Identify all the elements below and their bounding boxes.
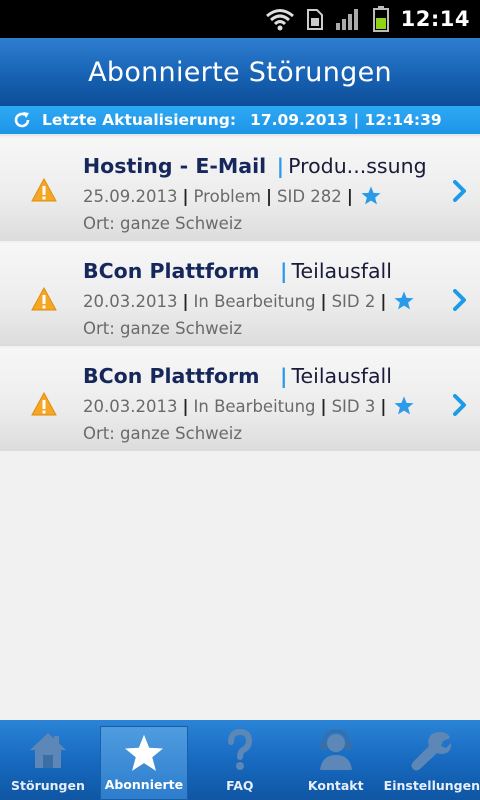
item-meta-row: 20.03.2013 | In Bearbeitung | SID 2 | — [83, 290, 415, 312]
item-sid: SID 3 — [331, 396, 376, 416]
item-sid: SID 2 — [331, 291, 376, 311]
tab-label: Abonnierte — [104, 777, 184, 792]
wifi-icon — [265, 9, 294, 31]
headset-icon — [319, 729, 352, 770]
separator: | — [182, 291, 189, 311]
separator: | — [265, 186, 273, 206]
tab-abonnierte[interactable]: Abonnierte — [99, 726, 188, 800]
tab-kontakt[interactable]: Kontakt — [288, 720, 384, 800]
item-location: Ort: ganze Schweiz — [83, 214, 243, 233]
chevron-right-icon[interactable] — [453, 289, 467, 311]
favorite-star-icon[interactable] — [393, 290, 415, 312]
clock: 12:14 — [400, 7, 470, 31]
separator: | — [182, 186, 189, 206]
chevron-right-icon[interactable] — [453, 180, 467, 202]
wrench-icon — [411, 732, 451, 771]
item-sid: SID 282 — [277, 186, 342, 206]
separator: | — [182, 396, 189, 416]
item-type: Problem — [193, 186, 261, 206]
question-icon — [227, 728, 252, 770]
page-title: Abonnierte Störungen — [88, 56, 392, 88]
warning-icon — [31, 178, 57, 202]
separator: | — [380, 396, 387, 416]
separator: | — [276, 154, 285, 178]
list-item[interactable]: Hosting - E-Mail | Produ...ssung 25.09.20… — [0, 138, 480, 241]
tab-label: FAQ — [226, 778, 254, 793]
separator: | — [320, 291, 327, 311]
item-date: 20.03.2013 — [83, 396, 178, 416]
item-meta-row: 25.09.2013 | Problem | SID 282 | — [83, 185, 382, 207]
item-name: BCon Plattform — [83, 364, 260, 388]
item-status: Produ...ssung — [288, 154, 427, 178]
tab-label: Einstellungen — [383, 778, 480, 793]
item-type: In Bearbeitung — [193, 291, 316, 311]
item-title-row: BCon Plattform | Teilausfall — [83, 259, 392, 283]
tab-faq[interactable]: FAQ — [192, 720, 288, 800]
item-status: Teilausfall — [291, 259, 392, 283]
update-bar[interactable]: Letzte Aktualisierung: 17.09.2013 | 12:1… — [0, 106, 480, 136]
tab-label: Kontakt — [307, 778, 364, 793]
incident-list: Hosting - E-Mail | Produ...ssung 25.09.20… — [0, 138, 480, 453]
battery-icon — [372, 6, 389, 32]
separator: | — [320, 396, 327, 416]
item-location: Ort: ganze Schweiz — [83, 319, 243, 338]
warning-icon — [31, 287, 57, 311]
item-date: 20.03.2013 — [83, 291, 178, 311]
item-title-row: BCon Plattform | Teilausfall — [83, 364, 392, 388]
signal-icon — [335, 9, 358, 30]
tab-stoerungen[interactable]: Störungen — [0, 720, 96, 800]
item-meta-row: 20.03.2013 | In Bearbeitung | SID 3 | — [83, 395, 415, 417]
favorite-star-icon[interactable] — [393, 395, 415, 417]
last-update-value: 17.09.2013 | 12:14:39 — [250, 111, 442, 129]
tab-einstellungen[interactable]: Einstellungen — [384, 720, 480, 800]
favorite-star-icon[interactable] — [360, 185, 382, 207]
list-item[interactable]: BCon Plattform | Teilausfall 20.03.2013 |… — [0, 243, 480, 346]
refresh-icon[interactable] — [12, 110, 32, 130]
item-location: Ort: ganze Schweiz — [83, 424, 243, 443]
item-name: BCon Plattform — [83, 259, 260, 283]
separator: | — [346, 186, 353, 206]
last-update-label: Letzte Aktualisierung: — [42, 111, 237, 129]
item-title-row: Hosting - E-Mail | Produ...ssung — [83, 154, 427, 178]
app-header: Abonnierte Störungen — [0, 38, 480, 106]
bottom-tab-bar: Störungen Abonnierte FAQ Kontakt Einstel… — [0, 720, 480, 800]
item-name: Hosting - E-Mail — [83, 154, 267, 178]
separator: | — [279, 364, 288, 388]
item-status: Teilausfall — [291, 364, 392, 388]
item-type: In Bearbeitung — [193, 396, 316, 416]
chevron-right-icon[interactable] — [453, 394, 467, 416]
star-icon — [124, 734, 163, 771]
item-date: 25.09.2013 — [83, 186, 178, 206]
sim-icon — [306, 9, 323, 30]
warning-icon — [31, 392, 57, 416]
separator: | — [380, 291, 387, 311]
tab-label: Störungen — [11, 778, 85, 793]
list-item[interactable]: BCon Plattform | Teilausfall 20.03.2013 |… — [0, 348, 480, 451]
status-bar: 12:14 — [0, 0, 480, 38]
separator: | — [279, 259, 288, 283]
house-icon — [29, 733, 66, 768]
